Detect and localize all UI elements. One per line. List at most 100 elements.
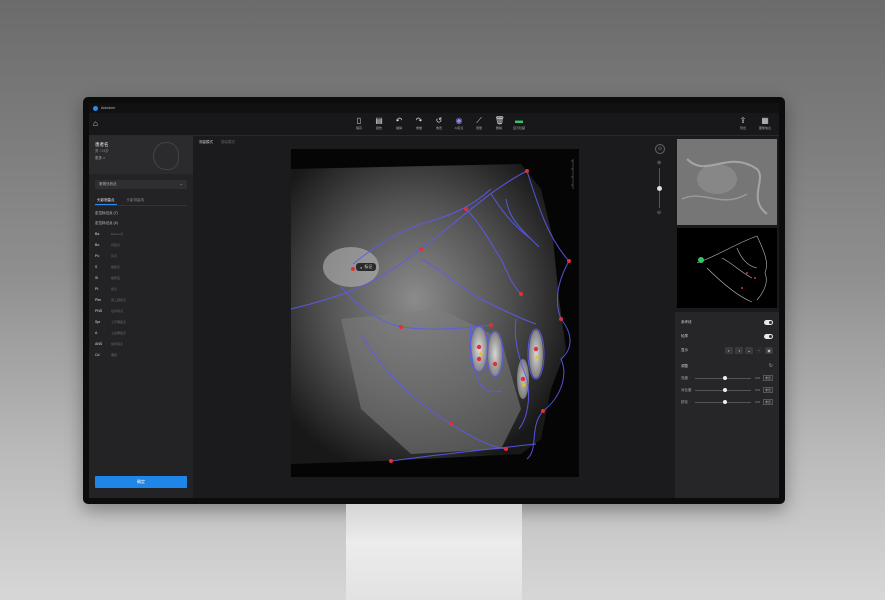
landmark-row[interactable]: PNS 后鼻棘点 [95,305,187,316]
zoom-knob[interactable] [657,186,662,191]
tool-button[interactable]: ↷ 重做 [411,116,427,130]
tool-button[interactable]: ⇪ 导出 [735,116,751,130]
xray-thumbnail[interactable] [677,139,777,225]
ai-icon: ◉ [455,116,463,125]
left-tabs: 头影测量点 头影测量线 [95,196,187,206]
section-header[interactable]: 定位标记点 (4) [95,218,187,228]
monitor-stand [346,504,522,600]
landmark-abbr: Ba [95,231,100,236]
tool-button[interactable]: ▬ 显示隐藏 [511,116,527,130]
measure-icon: ⟋ [476,116,482,125]
reference-toggle[interactable] [764,319,773,325]
undo-icon: ↶ [395,116,403,125]
tool-button[interactable]: ▯ 保存 [351,116,367,130]
display-option-3-icon[interactable]: ◒ [745,346,753,354]
patient-card[interactable]: 患者名 男 / 24岁 更多 > [89,136,193,174]
landmark-row[interactable]: A 上齿槽座点 [95,327,187,338]
tab-measure-mode[interactable]: 测量模式 [199,140,213,145]
landmark-row[interactable]: Ptm 翼上颌裂点 [95,294,187,305]
landmark-name: 蝶鞍点 [111,264,121,269]
slider-knob[interactable] [722,388,727,392]
reset-all-icon[interactable]: ↻ [769,363,773,369]
zoom-track[interactable] [657,168,662,208]
tool-label: 导出 [739,126,746,130]
right-tool-group: ⇪ 导出 ▦ 图像信息 [735,116,773,130]
landmark-abbr: Cd [95,352,100,357]
landmark-row[interactable]: S 蝶鞍点 [95,261,187,272]
analysis-method-select[interactable]: 常规分析法 ⌄ [95,180,187,189]
tool-label: 撤销 [395,126,402,130]
tool-button[interactable]: ▤ 报告 [371,116,387,130]
landmark-abbr: Po [95,253,100,258]
landmark-row[interactable]: Cd 髁突 [95,349,187,360]
settings-panel: 参考线 轮廓 显示 ◐ ◑ ◒ ◓ ▣ 调整 ↻ 亮度 100 重置 对比度 1… [675,312,779,498]
display-option-4-icon[interactable]: ◓ [755,346,763,354]
landmark-row[interactable]: Ba Basion点 [95,228,187,239]
app-logo-icon [93,105,98,111]
toggle-row-contour: 轮廓 [681,332,773,340]
landmark-row[interactable]: Spr 上牙槽座点 [95,316,187,327]
image-workspace: 测量模式 描绘模式 ● 标记 ⊙ ⊕ ⊖ [193,136,675,498]
slider-reset-button[interactable]: 重置 [762,375,773,381]
display-label: 显示 [681,347,688,352]
tool-button[interactable]: 🗑 删除 [491,116,507,130]
export-icon: ⇪ [739,116,747,125]
confirm-button[interactable]: 确定 [95,476,187,488]
landmark-abbr: PNS [95,308,103,313]
tool-button[interactable]: ↶ 撤销 [391,116,407,130]
tool-button[interactable]: ▦ 图像信息 [757,116,773,130]
slider-track[interactable] [695,400,751,404]
slider-track[interactable] [695,376,751,380]
tool-button[interactable]: ↺ 重置 [431,116,447,130]
zoom-out-icon[interactable]: ⊖ [657,210,665,216]
slider-value: 100 [754,376,760,380]
toggle-row-reference: 参考线 [681,318,773,326]
tab-landmarks[interactable]: 头影测量点 [95,196,117,205]
slider-label: 亮度 [681,375,688,380]
display-option-2-icon[interactable]: ◑ [735,346,743,354]
landmark-row[interactable]: ANS 前鼻棘点 [95,338,187,349]
slider-track[interactable] [695,388,751,392]
landmark-row[interactable]: Po 耳点 [95,250,187,261]
left-panel: 患者名 男 / 24岁 更多 > 常规分析法 ⌄ 头影测量点 头影测量线 定位标… [89,136,193,498]
tool-label: 删除 [495,126,502,130]
display-icon: ▬ [515,116,523,125]
mode-tabs: 测量模式 描绘模式 [199,140,235,145]
section-header[interactable]: 定位标记点 (7) [95,208,187,218]
landmark-row[interactable]: Pt 翼点 [95,283,187,294]
fit-view-icon[interactable]: ⊙ [655,144,665,154]
contour-toggle[interactable] [764,333,773,339]
tool-label: 测量 [475,126,482,130]
title-bar: Autodom [89,103,779,113]
select-value: 常规分析法 [99,182,117,186]
tab-lines[interactable]: 头影测量线 [125,196,147,205]
display-option-5-icon[interactable]: ▣ [765,346,773,354]
home-icon[interactable]: ⌂ [93,119,98,128]
tracing-preview[interactable] [677,228,777,308]
slider-knob[interactable] [722,400,727,404]
landmark-row[interactable]: Si 蝶鞍底 [95,272,187,283]
tab-trace-mode[interactable]: 描绘模式 [221,140,235,145]
active-point[interactable] [698,257,704,263]
slider-reset-button[interactable]: 重置 [762,399,773,405]
slider-knob[interactable] [722,376,727,380]
tool-button[interactable]: ◉ AI定点 [451,116,467,130]
slider-value: 100 [754,388,760,392]
app-title: Autodom [101,106,116,110]
landmark-name: 蝶鞍底 [111,275,121,280]
tool-button[interactable]: ⟋ 测量 [471,116,487,130]
report-icon: ▤ [375,116,383,125]
landmark-name: 上牙槽座点 [111,319,127,324]
display-option-1-icon[interactable]: ◐ [725,346,733,354]
face-profile-icon [153,142,179,170]
patient-info: 男 / 24岁 [95,149,109,153]
patient-more-link[interactable]: 更多 > [95,156,105,161]
tooltip-marker[interactable]: ● 标记 [356,263,377,271]
adjust-slider: 对比度 100 重置 [681,386,773,394]
tool-label: 保存 [355,126,362,130]
zoom-in-icon[interactable]: ⊕ [657,160,665,166]
landmark-row[interactable]: Bo 颅底点 [95,239,187,250]
cephalometric-xray[interactable]: ● 标记 [291,149,579,477]
slider-reset-button[interactable]: 重置 [762,387,773,393]
delete-icon: 🗑 [494,116,505,125]
